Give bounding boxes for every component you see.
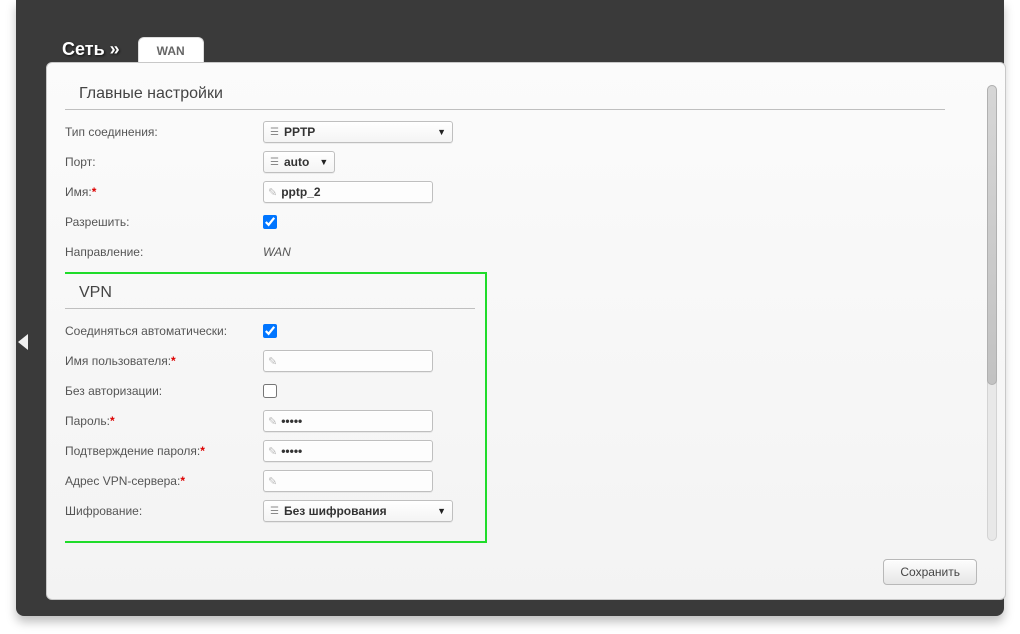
- input-name-wrapper[interactable]: ✎: [263, 181, 433, 203]
- required-mark: *: [171, 354, 176, 368]
- label-username-text: Имя пользователя:: [65, 354, 171, 368]
- list-icon: ☰: [270, 127, 278, 138]
- checkbox-autoconnect[interactable]: [263, 324, 277, 338]
- required-mark: *: [180, 474, 185, 488]
- breadcrumb[interactable]: Сеть »: [62, 39, 120, 64]
- label-encryption: Шифрование:: [65, 504, 263, 518]
- select-encryption-value: Без шифрования: [284, 504, 387, 518]
- scroll-area: Главные настройки Тип соединения: ☰ PPTP…: [65, 81, 977, 543]
- tab-header: Сеть » WAN: [62, 34, 204, 64]
- list-icon: ☰: [270, 157, 278, 168]
- save-button[interactable]: Сохранить: [883, 559, 977, 585]
- input-username[interactable]: [281, 352, 421, 370]
- pencil-icon: ✎: [268, 475, 277, 488]
- label-allow: Разрешить:: [65, 215, 263, 229]
- label-noauth: Без авторизации:: [65, 384, 263, 398]
- tab-wan[interactable]: WAN: [138, 37, 204, 64]
- checkbox-noauth[interactable]: [263, 384, 277, 398]
- input-username-wrapper[interactable]: ✎: [263, 350, 433, 372]
- label-direction: Направление:: [65, 245, 263, 259]
- label-password-text: Пароль:: [65, 414, 110, 428]
- input-password[interactable]: [281, 412, 421, 430]
- chevron-down-icon: ▼: [427, 127, 448, 137]
- select-conn-type[interactable]: ☰ PPTP ▼: [263, 121, 453, 143]
- label-name: Имя:*: [65, 185, 263, 199]
- select-port[interactable]: ☰ auto ▼: [263, 151, 335, 173]
- input-password-confirm-wrapper[interactable]: ✎: [263, 440, 433, 462]
- required-mark: *: [110, 414, 115, 428]
- input-server[interactable]: [281, 472, 421, 490]
- section-title-main: Главные настройки: [65, 81, 945, 110]
- chevron-down-icon: ▼: [427, 506, 448, 516]
- required-mark: *: [200, 444, 205, 458]
- section-title-vpn: VPN: [65, 280, 475, 309]
- label-password-confirm-text: Подтверждение пароля:: [65, 444, 200, 458]
- label-autoconnect: Соединяться автоматически:: [65, 324, 263, 338]
- label-server-text: Адрес VPN-сервера:: [65, 474, 180, 488]
- label-password: Пароль:*: [65, 414, 263, 428]
- label-username: Имя пользователя:*: [65, 354, 263, 368]
- value-direction: WAN: [263, 245, 291, 259]
- label-conn-type: Тип соединения:: [65, 125, 263, 139]
- pencil-icon: ✎: [268, 186, 277, 199]
- label-server: Адрес VPN-сервера:*: [65, 474, 263, 488]
- scrollbar-thumb[interactable]: [987, 85, 997, 385]
- input-password-wrapper[interactable]: ✎: [263, 410, 433, 432]
- sidebar-collapse-arrow[interactable]: [18, 334, 28, 350]
- select-conn-type-value: PPTP: [284, 125, 315, 139]
- pencil-icon: ✎: [268, 355, 277, 368]
- select-port-value: auto: [284, 155, 309, 169]
- content-panel: Главные настройки Тип соединения: ☰ PPTP…: [46, 62, 1006, 600]
- select-encryption[interactable]: ☰ Без шифрования ▼: [263, 500, 453, 522]
- vpn-section-highlight: VPN Соединяться автоматически: Имя польз…: [65, 272, 487, 543]
- input-name[interactable]: [281, 183, 421, 201]
- label-port: Порт:: [65, 155, 263, 169]
- app-frame: Сеть » WAN Главные настройки Тип соедине…: [16, 0, 1004, 616]
- checkbox-allow[interactable]: [263, 215, 277, 229]
- pencil-icon: ✎: [268, 415, 277, 428]
- required-mark: *: [92, 185, 97, 199]
- input-password-confirm[interactable]: [281, 442, 421, 460]
- label-password-confirm: Подтверждение пароля:*: [65, 444, 263, 458]
- label-name-text: Имя:: [65, 185, 92, 199]
- pencil-icon: ✎: [268, 445, 277, 458]
- list-icon: ☰: [270, 506, 278, 517]
- input-server-wrapper[interactable]: ✎: [263, 470, 433, 492]
- chevron-down-icon: ▼: [309, 157, 330, 167]
